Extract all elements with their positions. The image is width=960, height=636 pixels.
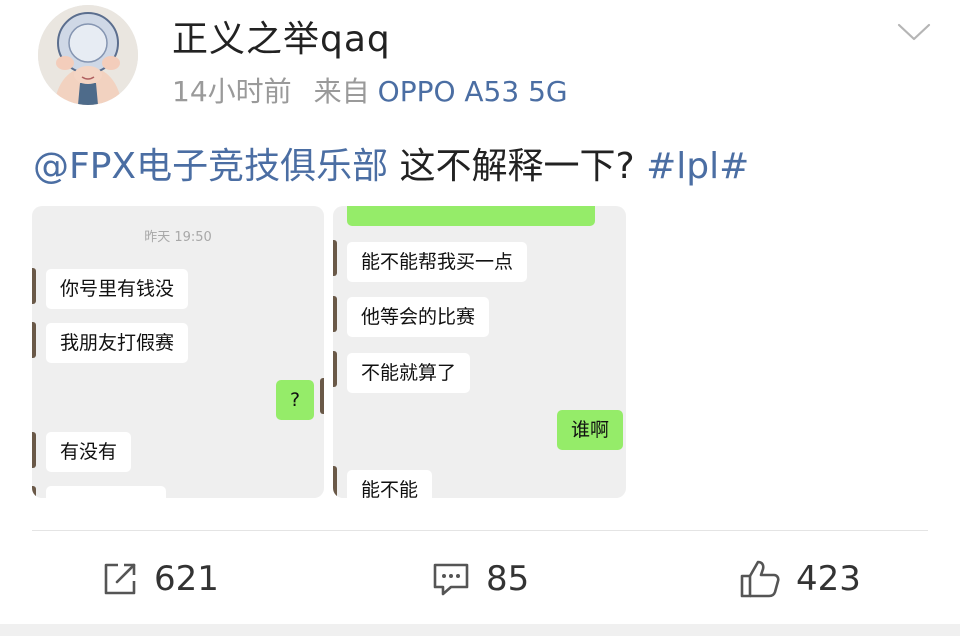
chat-bubble-sent-partial — [347, 206, 595, 226]
chat-avatar — [32, 486, 36, 498]
device-name[interactable]: OPPO A53 5G — [378, 75, 568, 108]
chat-avatar — [320, 378, 324, 414]
comment-icon — [433, 563, 469, 596]
chat-avatar — [333, 240, 337, 276]
chat-bubble-sent: 谁啊 — [557, 410, 624, 450]
chat-avatar — [32, 432, 36, 468]
chat-bubble-received: 他等会的比赛 — [347, 297, 490, 337]
chat-avatar — [333, 466, 337, 498]
mention-link[interactable]: @FPX电子竞技俱乐部 — [33, 146, 388, 187]
avatar-image — [38, 5, 138, 105]
bottom-separator — [0, 624, 960, 636]
chat-bubble-received: 有没有 — [46, 432, 132, 472]
source-prefix: 来自 — [313, 75, 370, 108]
chat-avatar — [333, 351, 337, 387]
chat-bubble-received: 我朋友打假赛 — [46, 323, 189, 363]
chat-bubble-received: 不能就算了 — [347, 353, 471, 393]
post-meta: 14小时前 来自 OPPO A53 5G — [172, 70, 568, 110]
comment-count: 85 — [486, 559, 530, 599]
thumbs-up-icon — [740, 560, 780, 598]
like-count: 423 — [796, 559, 861, 599]
chat-bubble-received-partial — [46, 486, 166, 498]
post-body: 这不解释一下? — [388, 146, 647, 187]
chat-avatar — [333, 296, 337, 332]
post-time: 14小时前 — [172, 75, 292, 108]
divider — [32, 530, 928, 531]
chat-bubble-received: 能不能 — [347, 470, 433, 498]
chat-bubble-received: 你号里有钱没 — [46, 269, 189, 309]
chat-timestamp: 昨天 19:50 — [144, 230, 212, 245]
chat-bubble-sent: ? — [276, 380, 315, 420]
chat-avatar — [32, 268, 36, 304]
chat-bubble-received: 能不能帮我买一点 — [347, 242, 528, 282]
post-image-1[interactable]: 昨天 19:50 你号里有钱没 我朋友打假赛 ? 有没有 — [32, 206, 324, 498]
chevron-down-icon[interactable] — [896, 20, 932, 44]
share-icon — [104, 563, 136, 595]
avatar[interactable] — [38, 5, 138, 105]
username[interactable]: 正义之举qaq — [172, 10, 391, 62]
chat-avatar — [32, 322, 36, 358]
post-text: @FPX电子竞技俱乐部 这不解释一下? #lpl# — [33, 137, 749, 189]
share-button[interactable]: 621 — [100, 556, 219, 602]
comment-button[interactable]: 85 — [430, 556, 529, 602]
post-image-2[interactable]: 能不能帮我买一点 他等会的比赛 不能就算了 谁啊 能不能 — [333, 206, 626, 498]
hashtag-link[interactable]: #lpl# — [646, 146, 749, 187]
like-button[interactable]: 423 — [738, 556, 861, 602]
share-count: 621 — [154, 559, 219, 599]
